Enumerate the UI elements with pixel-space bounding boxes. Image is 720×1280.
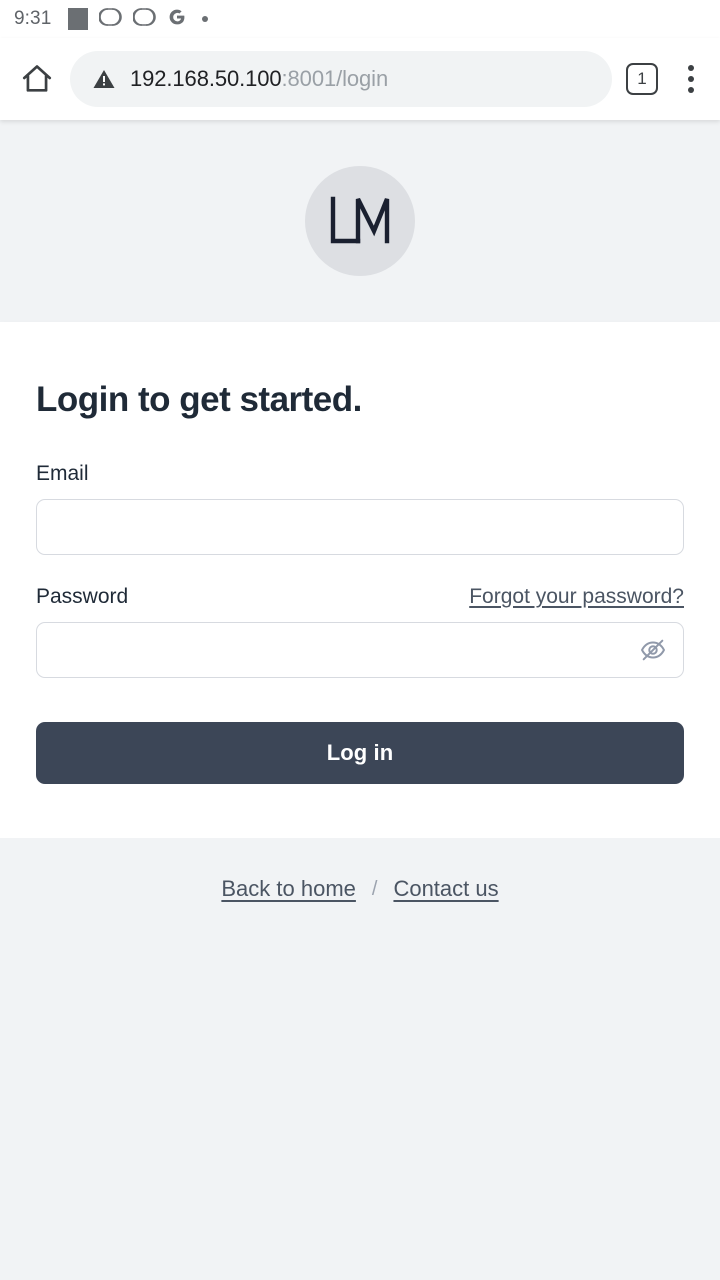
lm-monogram-icon — [330, 196, 390, 244]
eye-off-icon[interactable] — [636, 633, 670, 667]
back-to-home-link[interactable]: Back to home — [221, 876, 356, 902]
menu-dot — [688, 65, 694, 71]
password-label-row: Password Forgot your password? — [36, 585, 684, 609]
page-footer: Back to home / Contact us — [0, 838, 720, 940]
forgot-password-link[interactable]: Forgot your password? — [469, 585, 684, 609]
home-icon[interactable] — [14, 56, 60, 102]
web-page-viewport: Login to get started. Email Password For… — [0, 120, 720, 1280]
url-path: :8001/login — [281, 66, 389, 91]
notification-dot-icon — [202, 16, 209, 22]
menu-dot — [688, 87, 694, 93]
browser-toolbar: 192.168.50.100:8001/login 1 — [0, 38, 720, 120]
logo-header-band — [0, 120, 720, 322]
google-g-icon — [167, 7, 187, 32]
android-status-bar: 9:31 — [0, 0, 720, 38]
tab-count-label: 1 — [637, 69, 647, 88]
contact-us-link[interactable]: Contact us — [393, 876, 498, 902]
password-input-wrapper — [36, 622, 684, 678]
not-secure-warning-icon[interactable] — [92, 67, 116, 91]
brand-logo — [305, 166, 415, 276]
password-input[interactable] — [36, 622, 684, 678]
footer-separator: / — [371, 877, 378, 900]
three-dot-menu-icon[interactable] — [676, 59, 706, 99]
login-card: Login to get started. Email Password For… — [0, 322, 720, 838]
email-label: Email — [36, 462, 89, 485]
email-input[interactable] — [36, 499, 684, 555]
tab-switcher-button[interactable]: 1 — [626, 63, 658, 95]
venn-overlap-icon — [132, 7, 157, 31]
email-field-group: Email — [36, 462, 684, 555]
url-address-bar[interactable]: 192.168.50.100:8001/login — [70, 51, 612, 107]
page-title: Login to get started. — [36, 380, 362, 419]
url-text: 192.168.50.100:8001/login — [130, 66, 388, 92]
status-bar-clock: 9:31 — [14, 8, 52, 29]
venn-overlap-icon — [98, 7, 123, 31]
password-field-group: Password Forgot your password? — [36, 585, 684, 678]
app-placeholder-square-icon — [68, 8, 89, 30]
login-button[interactable]: Log in — [36, 722, 684, 784]
email-label-row: Email — [36, 462, 684, 486]
password-label: Password — [36, 585, 129, 608]
url-host: 192.168.50.100 — [130, 66, 282, 91]
menu-dot — [688, 76, 694, 82]
